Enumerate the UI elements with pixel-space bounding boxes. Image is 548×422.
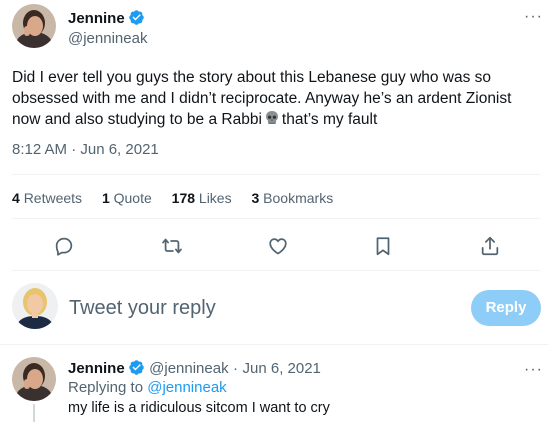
tweet-text: Did I ever tell you guys the story about…	[12, 67, 540, 130]
divider	[12, 218, 540, 219]
skull-emoji-icon	[264, 110, 280, 126]
engagement-stats: 4 Retweets 1 Quote 178 Likes 3 Bookmarks	[12, 190, 349, 206]
author-avatar[interactable]	[12, 4, 56, 48]
share-icon[interactable]	[479, 235, 501, 257]
reply-author-name[interactable]: Jennine	[68, 360, 125, 377]
replying-to-handle[interactable]: @jennineak	[147, 379, 226, 396]
likes-count: 178	[171, 190, 196, 206]
reply-header: Jennine @jennineak · Jun 6, 2021	[68, 359, 321, 378]
reply-date[interactable]: Jun 6, 2021	[243, 360, 321, 377]
reply-author-handle[interactable]: @jennineak	[149, 360, 228, 377]
author-name[interactable]: Jennine	[68, 10, 125, 27]
reply-icon[interactable]	[53, 235, 75, 257]
author-info: Jennine	[68, 9, 145, 29]
retweets-stat[interactable]: 4 Retweets	[12, 190, 82, 206]
divider	[12, 174, 540, 175]
quotes-stat[interactable]: 1 Quote	[102, 190, 152, 206]
verified-badge-icon	[128, 9, 145, 26]
reply-author-avatar[interactable]	[12, 357, 56, 401]
likes-stat[interactable]: 178 Likes	[172, 190, 232, 206]
bookmark-icon[interactable]	[372, 235, 394, 257]
tweet-body-end: that’s my fault	[281, 111, 378, 128]
divider	[12, 270, 540, 271]
like-icon[interactable]	[267, 235, 289, 257]
reply-input[interactable]: Tweet your reply	[69, 297, 216, 320]
reply-button[interactable]: Reply	[471, 290, 541, 326]
retweet-icon[interactable]	[161, 235, 183, 257]
bookmarks-count: 3	[251, 190, 260, 206]
more-icon[interactable]: ···	[524, 362, 543, 378]
more-icon[interactable]: ···	[524, 9, 543, 25]
reply-separator: ·	[233, 360, 239, 377]
verified-badge-icon	[128, 359, 145, 376]
tweet-body: Did I ever tell you guys the story about…	[12, 69, 512, 128]
bookmarks-label: Bookmarks	[263, 190, 334, 206]
likes-label: Likes	[198, 190, 232, 206]
replying-to-label: Replying to	[68, 379, 144, 396]
replying-to: Replying to @jennineak	[68, 379, 227, 396]
quotes-label: Quote	[113, 190, 152, 206]
thread-line	[33, 404, 35, 422]
reply-text: my life is a ridiculous sitcom I want to…	[68, 400, 330, 416]
author-handle[interactable]: @jennineak	[68, 29, 147, 49]
tweet-timestamp[interactable]: 8:12 AM · Jun 6, 2021	[12, 141, 159, 158]
bookmarks-stat[interactable]: 3 Bookmarks	[251, 190, 333, 206]
current-user-avatar[interactable]	[12, 283, 58, 329]
divider	[0, 344, 548, 345]
retweets-count: 4	[12, 190, 20, 206]
quotes-count: 1	[101, 190, 110, 206]
retweets-label: Retweets	[23, 190, 83, 206]
